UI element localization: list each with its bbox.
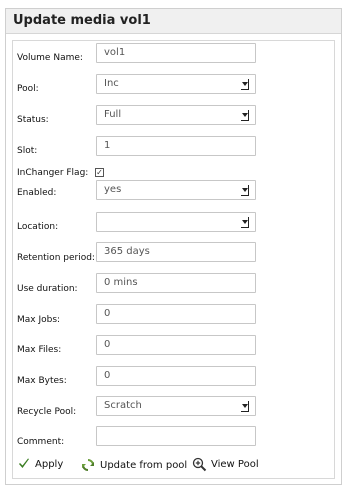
view-pool-label: View Pool xyxy=(211,459,259,470)
volume-name-input[interactable]: vol1 xyxy=(96,43,256,63)
status-select-value: Full xyxy=(104,109,122,120)
comment-input[interactable] xyxy=(96,426,256,446)
dropdown-arrow-icon xyxy=(241,110,249,121)
status-label: Status: xyxy=(17,115,49,125)
dropdown-arrow-icon xyxy=(241,401,249,412)
max-bytes-label: Max Bytes: xyxy=(17,376,67,386)
title-bar: Update media vol1 xyxy=(6,9,341,34)
max-bytes-input[interactable]: 0 xyxy=(96,366,256,386)
retention-period-label: Retention period: xyxy=(17,253,95,263)
inchanger-flag-label: InChanger Flag: xyxy=(17,168,89,178)
refresh-icon xyxy=(82,459,94,471)
use-duration-label: Use duration: xyxy=(17,284,78,294)
recycle-pool-label: Recycle Pool: xyxy=(17,407,77,417)
status-select[interactable]: Full xyxy=(96,105,256,125)
update-from-pool-button[interactable]: Update from pool xyxy=(80,457,187,473)
max-files-label: Max Files: xyxy=(17,345,62,355)
dropdown-arrow-icon xyxy=(241,185,249,196)
view-pool-button[interactable]: View Pool xyxy=(192,457,259,472)
slot-input[interactable]: 1 xyxy=(96,136,256,156)
dropdown-arrow-icon xyxy=(241,217,249,228)
page-title: Update media vol1 xyxy=(13,13,151,28)
max-jobs-input[interactable]: 0 xyxy=(96,304,256,324)
pool-select[interactable]: Inc xyxy=(96,74,256,94)
inchanger-flag-checkbox[interactable]: ✓ xyxy=(95,168,104,177)
retention-period-input[interactable]: 365 days xyxy=(96,242,256,262)
pool-label: Pool: xyxy=(17,84,39,94)
enabled-select[interactable]: yes xyxy=(96,180,256,200)
location-select[interactable] xyxy=(96,212,256,232)
zoom-in-icon xyxy=(192,457,207,472)
apply-button[interactable]: Apply xyxy=(17,457,63,471)
max-files-input[interactable]: 0 xyxy=(96,335,256,355)
location-label: Location: xyxy=(17,222,59,232)
use-duration-input[interactable]: 0 mins xyxy=(96,273,256,293)
volume-name-label: Volume Name: xyxy=(17,53,83,63)
max-jobs-label: Max Jobs: xyxy=(17,315,61,325)
update-from-pool-label: Update from pool xyxy=(100,459,188,471)
recycle-pool-select[interactable]: Scratch xyxy=(96,396,256,416)
apply-label: Apply xyxy=(35,458,64,470)
slot-label: Slot: xyxy=(17,146,38,156)
dropdown-arrow-icon xyxy=(241,79,249,90)
pool-select-value: Inc xyxy=(104,78,119,89)
enabled-select-value: yes xyxy=(104,184,122,195)
checkmark-icon xyxy=(19,458,29,468)
recycle-pool-select-value: Scratch xyxy=(104,400,142,411)
enabled-label: Enabled: xyxy=(17,188,57,198)
comment-label: Comment: xyxy=(17,437,65,447)
